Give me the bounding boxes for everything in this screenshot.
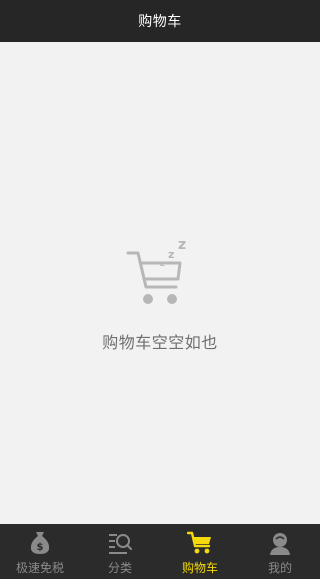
page-title: 购物车 — [138, 14, 182, 30]
tab-cart[interactable]: 购物车 — [160, 524, 240, 579]
bottom-tab-bar: $ 极速免税 分类 购物车 我的 — [0, 524, 320, 579]
tab-label: 我的 — [267, 561, 292, 575]
tab-duty-free[interactable]: $ 极速免税 — [0, 524, 80, 579]
svg-text:z: z — [168, 248, 174, 261]
money-bag-icon: $ — [30, 532, 50, 554]
empty-cart-state: z z z 购物车空空如也 — [0, 235, 320, 353]
svg-text:$: $ — [37, 542, 44, 553]
tab-profile[interactable]: 我的 — [240, 524, 320, 579]
user-icon — [270, 533, 290, 555]
cart-icon — [187, 531, 211, 554]
svg-text:z: z — [178, 237, 186, 253]
tab-label: 分类 — [107, 561, 132, 575]
header-bar: 购物车 — [0, 0, 320, 42]
category-search-icon — [109, 534, 132, 554]
tab-label: 极速免税 — [15, 561, 64, 575]
tab-label: 购物车 — [181, 561, 218, 575]
empty-cart-message: 购物车空空如也 — [102, 333, 218, 352]
tab-category[interactable]: 分类 — [80, 524, 160, 579]
sleeping-cart-icon: z z z — [126, 237, 186, 304]
